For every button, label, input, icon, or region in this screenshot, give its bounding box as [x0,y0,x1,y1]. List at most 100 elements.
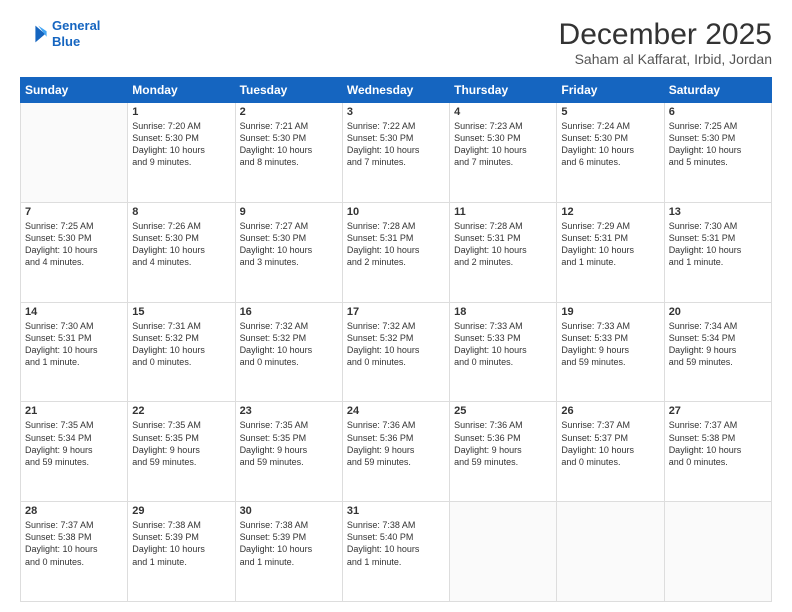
day-number: 24 [347,405,445,417]
table-row: 20Sunrise: 7:34 AM Sunset: 5:34 PM Dayli… [664,302,771,402]
day-info: Sunrise: 7:34 AM Sunset: 5:34 PM Dayligh… [669,320,767,369]
table-row: 30 Sunrise: 7:38 AM Sunset: 5:39 PM Dayli… [235,502,342,602]
table-row: 22Sunrise: 7:35 AM Sunset: 5:35 PM Dayli… [128,402,235,502]
table-row: 29Sunrise: 7:38 AM Sunset: 5:39 PM Dayli… [128,502,235,602]
table-row: 19 Sunrise: 7:33 AM Sunset: 5:33 PM Dayli… [557,302,664,402]
calendar-week-row: 14Sunrise: 7:30 AM Sunset: 5:31 PM Dayli… [21,302,772,402]
table-row: 2 Sunrise: 7:21 AM Sunset: 5:30 PM Daylig… [235,103,342,203]
table-row: 24 Sunrise: 7:36 AM Sunset: 5:36 PM Dayli… [342,402,449,502]
day-info: Sunrise: 7:27 AM Sunset: 5:30 PM Dayligh… [240,220,338,269]
table-row: 10 Sunrise: 7:28 AM Sunset: 5:31 PM Dayli… [342,202,449,302]
day-number: 17 [347,306,445,318]
day-number: 26 [561,405,659,417]
col-saturday: Saturday [664,78,771,103]
table-row: 25Sunrise: 7:36 AM Sunset: 5:36 PM Dayli… [450,402,557,502]
table-row [450,502,557,602]
calendar-table: Sunday Monday Tuesday Wednesday Thursday… [20,77,772,602]
day-info: Sunrise: 7:23 AM Sunset: 5:30 PM Dayligh… [454,120,552,169]
logo-icon [20,20,48,48]
table-row: 11 Sunrise: 7:28 AM Sunset: 5:31 PM Dayli… [450,202,557,302]
calendar-week-row: 7 Sunrise: 7:25 AM Sunset: 5:30 PM Daylig… [21,202,772,302]
day-number: 7 [25,206,123,218]
day-info: Sunrise: 7:38 AM Sunset: 5:39 PM Dayligh… [240,519,338,568]
table-row: 12 Sunrise: 7:29 AM Sunset: 5:31 PM Dayli… [557,202,664,302]
table-row: 15Sunrise: 7:31 AM Sunset: 5:32 PM Dayli… [128,302,235,402]
calendar-week-row: 1 Sunrise: 7:20 AM Sunset: 5:30 PM Daylig… [21,103,772,203]
day-info: Sunrise: 7:29 AM Sunset: 5:31 PM Dayligh… [561,220,659,269]
table-row [664,502,771,602]
day-info: Sunrise: 7:38 AM Sunset: 5:40 PM Dayligh… [347,519,445,568]
table-row: 26 Sunrise: 7:37 AM Sunset: 5:37 PM Dayli… [557,402,664,502]
day-number: 11 [454,206,552,218]
day-number: 5 [561,106,659,118]
table-row: 7 Sunrise: 7:25 AM Sunset: 5:30 PM Daylig… [21,202,128,302]
table-row: 27 Sunrise: 7:37 AM Sunset: 5:38 PM Dayli… [664,402,771,502]
col-tuesday: Tuesday [235,78,342,103]
day-number: 13 [669,206,767,218]
table-row: 28 Sunrise: 7:37 AM Sunset: 5:38 PM Dayli… [21,502,128,602]
day-info: Sunrise: 7:21 AM Sunset: 5:30 PM Dayligh… [240,120,338,169]
table-row: 9 Sunrise: 7:27 AM Sunset: 5:30 PM Daylig… [235,202,342,302]
day-number: 18 [454,306,552,318]
table-row: 8 Sunrise: 7:26 AM Sunset: 5:30 PM Daylig… [128,202,235,302]
day-number: 19 [561,306,659,318]
calendar-week-row: 28 Sunrise: 7:37 AM Sunset: 5:38 PM Dayli… [21,502,772,602]
day-number: 16 [240,306,338,318]
col-sunday: Sunday [21,78,128,103]
table-row: 23 Sunrise: 7:35 AM Sunset: 5:35 PM Dayli… [235,402,342,502]
col-friday: Friday [557,78,664,103]
day-info: Sunrise: 7:24 AM Sunset: 5:30 PM Dayligh… [561,120,659,169]
day-info: Sunrise: 7:37 AM Sunset: 5:38 PM Dayligh… [25,519,123,568]
day-number: 22 [132,405,230,417]
day-number: 2 [240,106,338,118]
table-row: 5 Sunrise: 7:24 AM Sunset: 5:30 PM Daylig… [557,103,664,203]
day-info: Sunrise: 7:22 AM Sunset: 5:30 PM Dayligh… [347,120,445,169]
day-number: 31 [347,505,445,517]
day-info: Sunrise: 7:35 AM Sunset: 5:34 PM Dayligh… [25,419,123,468]
day-info: Sunrise: 7:33 AM Sunset: 5:33 PM Dayligh… [561,320,659,369]
table-row: 3 Sunrise: 7:22 AM Sunset: 5:30 PM Daylig… [342,103,449,203]
day-number: 25 [454,405,552,417]
day-info: Sunrise: 7:37 AM Sunset: 5:37 PM Dayligh… [561,419,659,468]
day-number: 9 [240,206,338,218]
day-number: 28 [25,505,123,517]
day-number: 8 [132,206,230,218]
day-number: 30 [240,505,338,517]
col-monday: Monday [128,78,235,103]
day-info: Sunrise: 7:25 AM Sunset: 5:30 PM Dayligh… [25,220,123,269]
location: Saham al Kaffarat, Irbid, Jordan [559,51,772,67]
table-row: 31 Sunrise: 7:38 AM Sunset: 5:40 PM Dayli… [342,502,449,602]
day-number: 15 [132,306,230,318]
day-info: Sunrise: 7:37 AM Sunset: 5:38 PM Dayligh… [669,419,767,468]
day-number: 1 [132,106,230,118]
table-row: 18 Sunrise: 7:33 AM Sunset: 5:33 PM Dayli… [450,302,557,402]
day-info: Sunrise: 7:33 AM Sunset: 5:33 PM Dayligh… [454,320,552,369]
col-thursday: Thursday [450,78,557,103]
day-info: Sunrise: 7:28 AM Sunset: 5:31 PM Dayligh… [347,220,445,269]
day-number: 4 [454,106,552,118]
day-number: 12 [561,206,659,218]
table-row: 21Sunrise: 7:35 AM Sunset: 5:34 PM Dayli… [21,402,128,502]
table-row: 14Sunrise: 7:30 AM Sunset: 5:31 PM Dayli… [21,302,128,402]
title-block: December 2025 Saham al Kaffarat, Irbid, … [559,18,772,67]
day-info: Sunrise: 7:30 AM Sunset: 5:31 PM Dayligh… [669,220,767,269]
month-title: December 2025 [559,18,772,51]
table-row: 17Sunrise: 7:32 AM Sunset: 5:32 PM Dayli… [342,302,449,402]
day-number: 3 [347,106,445,118]
day-info: Sunrise: 7:25 AM Sunset: 5:30 PM Dayligh… [669,120,767,169]
day-info: Sunrise: 7:28 AM Sunset: 5:31 PM Dayligh… [454,220,552,269]
day-number: 29 [132,505,230,517]
header: General Blue December 2025 Saham al Kaff… [20,18,772,67]
day-info: Sunrise: 7:20 AM Sunset: 5:30 PM Dayligh… [132,120,230,169]
day-number: 14 [25,306,123,318]
table-row: 4 Sunrise: 7:23 AM Sunset: 5:30 PM Daylig… [450,103,557,203]
day-number: 10 [347,206,445,218]
day-info: Sunrise: 7:35 AM Sunset: 5:35 PM Dayligh… [240,419,338,468]
day-number: 23 [240,405,338,417]
calendar-header-row: Sunday Monday Tuesday Wednesday Thursday… [21,78,772,103]
table-row: 1 Sunrise: 7:20 AM Sunset: 5:30 PM Daylig… [128,103,235,203]
day-number: 6 [669,106,767,118]
day-number: 27 [669,405,767,417]
day-info: Sunrise: 7:26 AM Sunset: 5:30 PM Dayligh… [132,220,230,269]
day-info: Sunrise: 7:36 AM Sunset: 5:36 PM Dayligh… [347,419,445,468]
